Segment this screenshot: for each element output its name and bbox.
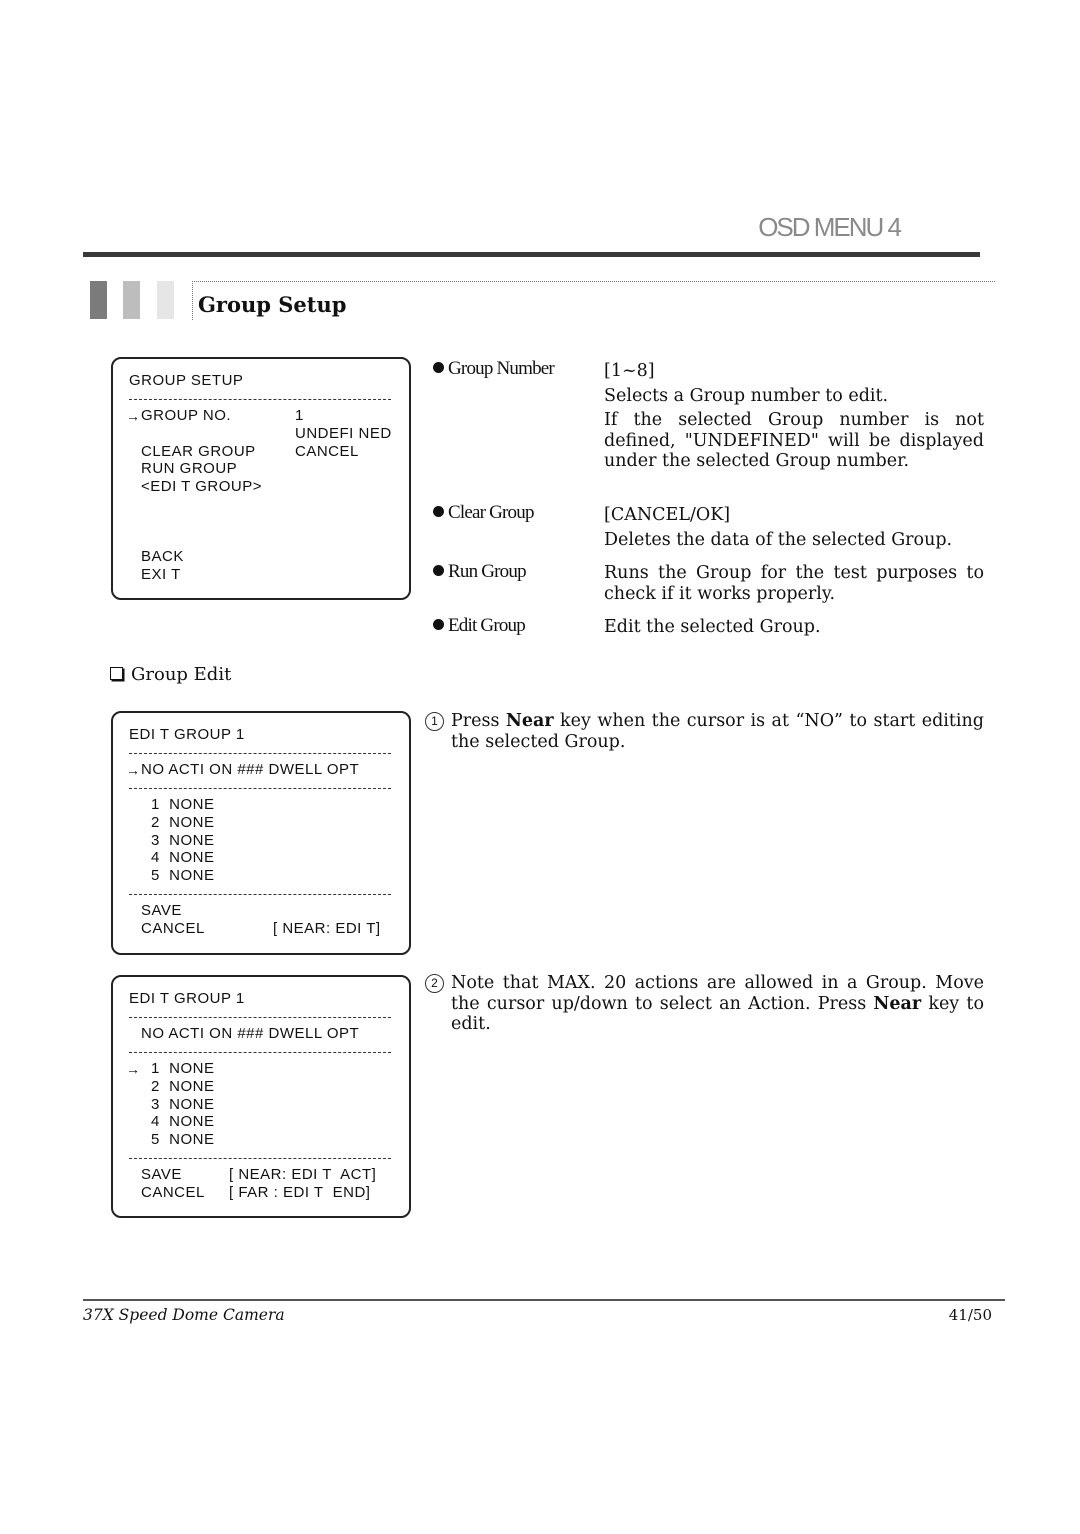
osd-row-label: GROUP NO. xyxy=(141,407,232,424)
osd-divider xyxy=(129,894,391,895)
subsection-title: Group Edit xyxy=(110,664,231,685)
step-text: Press Near key when the cursor is at “NO… xyxy=(451,711,984,752)
desc-run-group: Runs the Group for the test purposes to … xyxy=(604,563,984,604)
footer-rule xyxy=(83,1299,1005,1301)
desc-clear-group: [CANCEL/OK] Deletes the data of the sele… xyxy=(604,505,953,550)
page-header-title: OSD MENU 4 xyxy=(758,212,902,242)
osd-action-row: 2 NONE xyxy=(151,1078,215,1095)
osd-action-row: 4 NONE xyxy=(151,849,215,866)
section-bar-light xyxy=(157,281,174,319)
osd-edit-group-screen-2: EDI T GROUP 1 NO ACTI ON ### DWELL OPT →… xyxy=(111,975,411,1218)
osd-title: EDI T GROUP 1 xyxy=(129,726,245,743)
bullet-icon xyxy=(433,362,444,373)
section-title: Group Setup xyxy=(198,292,347,317)
osd-divider xyxy=(129,1052,391,1053)
desc-label-edit-group: Edit Group xyxy=(433,615,526,637)
osd-exit: EXI T xyxy=(141,566,181,583)
header-rule xyxy=(83,252,980,257)
osd-edit-group-screen-1: EDI T GROUP 1 → NO ACTI ON ### DWELL OPT… xyxy=(111,711,411,955)
osd-action-row: 4 NONE xyxy=(151,1113,215,1130)
cursor-arrow-icon: → xyxy=(126,408,141,424)
osd-hint-cancel: [ FAR : EDI T END] xyxy=(229,1184,371,1201)
osd-action-row: 5 NONE xyxy=(151,1131,215,1148)
desc-group-number: [1~8] Selects a Group number to edit. If… xyxy=(604,361,984,471)
step-2: 2 Note that MAX. 20 actions are allowed … xyxy=(425,973,984,1035)
section-bar-dark xyxy=(90,281,107,319)
osd-divider xyxy=(129,788,391,789)
footer-page-number: 41/50 xyxy=(948,1306,992,1324)
step-text: Note that MAX. 20 actions are allowed in… xyxy=(451,973,984,1034)
osd-row-value: CANCEL xyxy=(295,443,359,460)
desc-label-group-number: Group Number xyxy=(433,358,555,380)
desc-edit-group: Edit the selected Group. xyxy=(604,617,821,637)
osd-row-value: 1 xyxy=(295,407,304,424)
osd-divider xyxy=(129,753,391,754)
osd-back: BACK xyxy=(141,548,184,565)
bullet-icon xyxy=(433,565,444,576)
osd-save: SAVE xyxy=(141,1166,182,1183)
osd-action-row: 3 NONE xyxy=(151,832,215,849)
section-bar-mid xyxy=(123,281,140,319)
footer-product-name: 37X Speed Dome Camera xyxy=(83,1306,285,1324)
osd-divider xyxy=(129,399,391,400)
step-1: 1 Press Near key when the cursor is at “… xyxy=(425,711,984,752)
checkbox-square-icon xyxy=(110,667,123,680)
osd-cancel: CANCEL xyxy=(141,1184,205,1201)
desc-label-clear-group: Clear Group xyxy=(433,502,534,524)
osd-action-row: 1 NONE xyxy=(151,796,215,813)
bullet-icon xyxy=(433,506,444,517)
desc-label-run-group: Run Group xyxy=(433,561,527,583)
osd-column-header: NO ACTI ON ### DWELL OPT xyxy=(141,1025,360,1042)
osd-hint: [ NEAR: EDI T] xyxy=(273,920,381,937)
osd-row-label: RUN GROUP xyxy=(141,460,238,477)
circled-number-icon: 1 xyxy=(425,712,444,731)
osd-action-row: 1 NONE xyxy=(151,1060,215,1077)
osd-hint-save: [ NEAR: EDI T ACT] xyxy=(229,1166,377,1183)
osd-action-row: 3 NONE xyxy=(151,1096,215,1113)
osd-title: GROUP SETUP xyxy=(129,372,244,389)
cursor-arrow-icon: → xyxy=(126,762,141,778)
bullet-icon xyxy=(433,619,444,630)
osd-cancel: CANCEL xyxy=(141,920,205,937)
cursor-arrow-icon: → xyxy=(126,1061,141,1077)
circled-number-icon: 2 xyxy=(425,974,444,993)
osd-title: EDI T GROUP 1 xyxy=(129,990,245,1007)
osd-save: SAVE xyxy=(141,902,182,919)
osd-row-label: <EDI T GROUP> xyxy=(141,478,262,495)
osd-action-row: 2 NONE xyxy=(151,814,215,831)
osd-action-row: 5 NONE xyxy=(151,867,215,884)
osd-column-header: NO ACTI ON ### DWELL OPT xyxy=(141,761,360,778)
osd-row-value: UNDEFI NED xyxy=(295,425,392,442)
osd-divider xyxy=(129,1158,391,1159)
osd-group-setup-screen: GROUP SETUP → GROUP NO. 1 UNDEFI NED CLE… xyxy=(111,357,411,600)
osd-divider xyxy=(129,1017,391,1018)
osd-row-label: CLEAR GROUP xyxy=(141,443,256,460)
